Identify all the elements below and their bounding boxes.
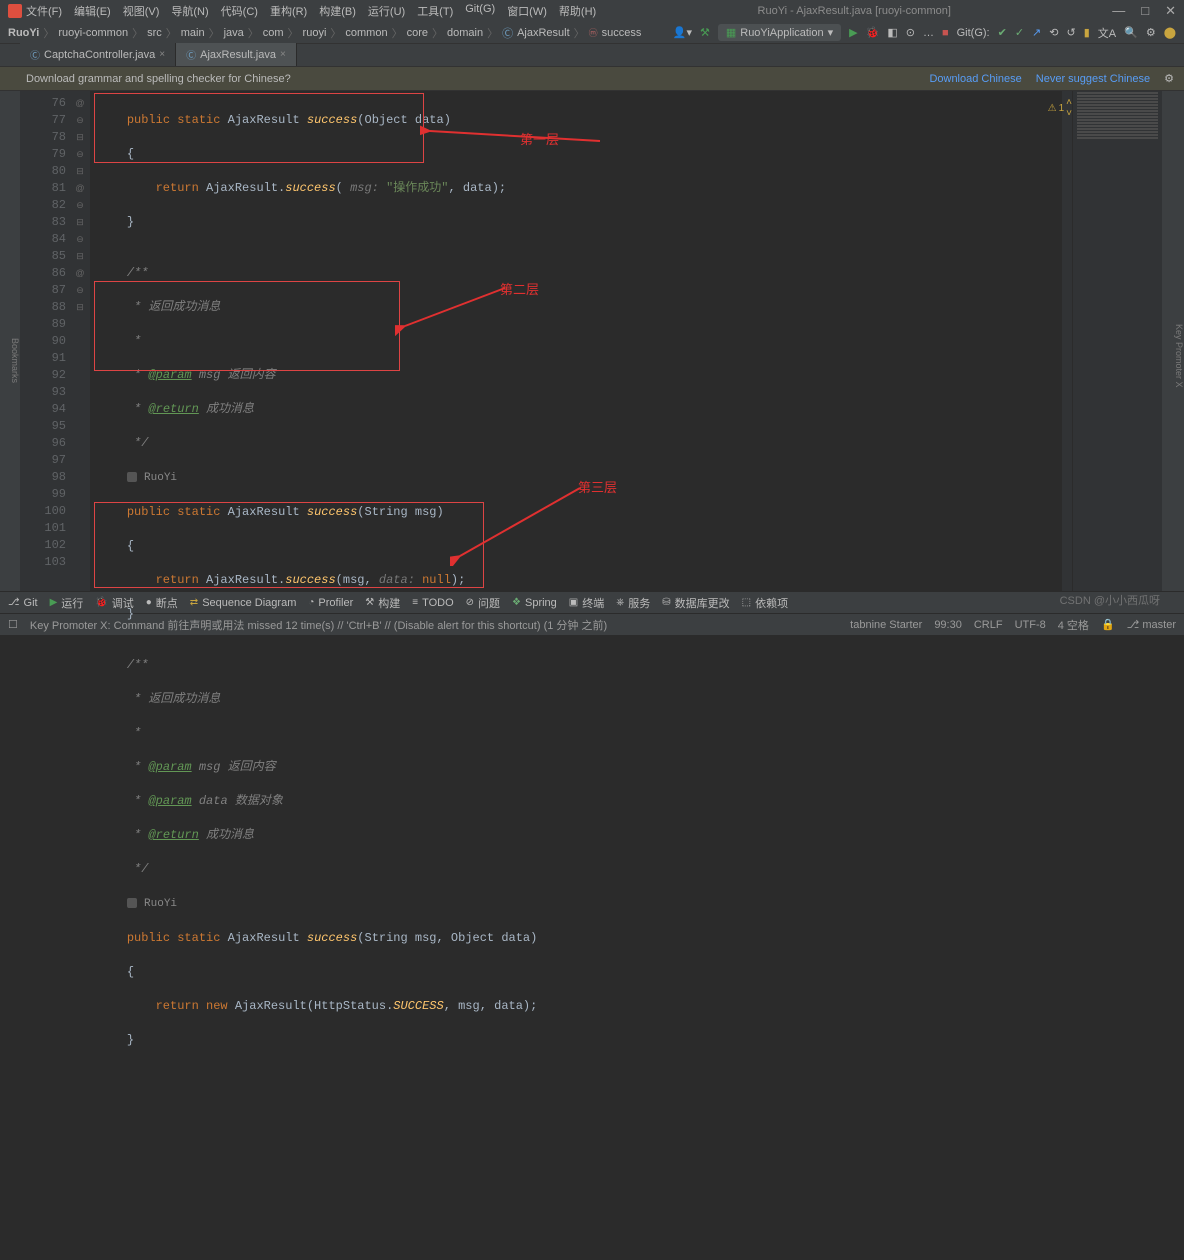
user-icon[interactable]: 👤▾ bbox=[673, 26, 692, 39]
git-commit-icon[interactable]: ✓ bbox=[1015, 26, 1024, 39]
annotation-3: 第三层 bbox=[578, 479, 617, 496]
main-menu[interactable]: 文件(F) 编辑(E) 视图(V) 导航(N) 代码(C) 重构(R) 构建(B… bbox=[26, 3, 596, 19]
crumb[interactable]: common bbox=[345, 27, 387, 39]
tabs-bar: ⒸCaptchaController.java× ⒸAjaxResult.jav… bbox=[0, 44, 1184, 67]
nav-bar: RuoYi〉 ruoyi-common〉 src〉 main〉 java〉 co… bbox=[0, 22, 1184, 44]
crumb[interactable]: domain bbox=[447, 27, 483, 39]
maximize-icon[interactable]: □ bbox=[1141, 3, 1149, 19]
run-config-selector[interactable]: ▦RuoYiApplication ▾ bbox=[718, 24, 841, 41]
branch[interactable]: ⎇ master bbox=[1127, 618, 1176, 631]
crumb[interactable]: ruoyi bbox=[303, 27, 327, 39]
error-stripe[interactable]: ⚠1 ˄ ˅ bbox=[1062, 91, 1072, 591]
git-update-icon[interactable]: ✔ bbox=[998, 26, 1007, 39]
git-label: Git(G): bbox=[957, 27, 990, 39]
menu-nav[interactable]: 导航(N) bbox=[171, 3, 208, 19]
crumb[interactable]: src bbox=[147, 27, 162, 39]
stop-icon[interactable]: ■ bbox=[942, 27, 949, 39]
close-icon[interactable]: ✕ bbox=[1165, 3, 1176, 19]
lock-icon[interactable]: 🔒 bbox=[1101, 618, 1115, 631]
breadcrumb[interactable]: RuoYi〉 ruoyi-common〉 src〉 main〉 java〉 co… bbox=[8, 25, 641, 41]
gutter-fold[interactable]: @⊖⊟ ⊖⊟ @⊖⊟ ⊖⊟ @⊖⊟ bbox=[70, 91, 90, 591]
menu-tools[interactable]: 工具(T) bbox=[417, 3, 453, 19]
tab-ajaxresult[interactable]: ⒸAjaxResult.java× bbox=[176, 43, 297, 66]
notice-gear-icon[interactable]: ⚙ bbox=[1164, 72, 1174, 85]
translate-icon[interactable]: 文A bbox=[1098, 25, 1116, 41]
settings-icon[interactable]: ⚙ bbox=[1146, 26, 1156, 39]
app-icon bbox=[8, 4, 22, 18]
title-bar: 文件(F) 编辑(E) 视图(V) 导航(N) 代码(C) 重构(R) 构建(B… bbox=[0, 0, 1184, 22]
git-tool[interactable]: ⎇Git bbox=[8, 597, 38, 609]
menu-code[interactable]: 代码(C) bbox=[221, 3, 258, 19]
author-icon bbox=[127, 472, 137, 482]
crumb[interactable]: success bbox=[602, 27, 642, 39]
download-link[interactable]: Download Chinese bbox=[929, 73, 1021, 85]
history-icon[interactable]: ⟲ bbox=[1049, 26, 1058, 39]
event-icon[interactable]: ▮ bbox=[1084, 26, 1090, 39]
run-icon[interactable]: ▶ bbox=[849, 26, 857, 39]
profiler-icon[interactable]: ⊙ bbox=[906, 26, 915, 39]
indent[interactable]: 4 空格 bbox=[1058, 617, 1089, 633]
crumb[interactable]: main bbox=[181, 27, 205, 39]
revert-icon[interactable]: ↺ bbox=[1066, 26, 1075, 39]
menu-git[interactable]: Git(G) bbox=[465, 3, 495, 19]
crumb[interactable]: core bbox=[407, 27, 428, 39]
author-hint: RuoYi bbox=[144, 898, 177, 910]
run-tool[interactable]: ▶运行 bbox=[50, 595, 84, 611]
crumb[interactable]: AjaxResult bbox=[517, 27, 570, 39]
code-area[interactable]: public static AjaxResult success(Object … bbox=[90, 91, 1062, 591]
right-sidebar[interactable]: Key Promoter X Maven 数据库 Restful Tool 通知 bbox=[1162, 91, 1184, 591]
window-title: RuoYi - AjaxResult.java [ruoyi-common] bbox=[600, 5, 1108, 17]
notice-msg: Download grammar and spelling checker fo… bbox=[26, 73, 291, 85]
minimap[interactable] bbox=[1072, 91, 1162, 591]
crumb[interactable]: RuoYi bbox=[8, 27, 39, 39]
crumb[interactable]: com bbox=[263, 27, 284, 39]
menu-refactor[interactable]: 重构(R) bbox=[270, 3, 307, 19]
debug-icon[interactable]: 🐞 bbox=[866, 26, 880, 39]
watermark: CSDN @小小西瓜呀 bbox=[1060, 592, 1160, 608]
menu-edit[interactable]: 编辑(E) bbox=[74, 3, 111, 19]
left-sidebar[interactable]: Bookmarks 结构 bbox=[0, 91, 20, 591]
menu-view[interactable]: 视图(V) bbox=[123, 3, 160, 19]
minimize-icon[interactable]: — bbox=[1112, 3, 1125, 19]
warning-count[interactable]: ⚠1 ˄ ˅ bbox=[1048, 97, 1072, 119]
status-icon[interactable]: ☐ bbox=[8, 618, 18, 631]
crumb[interactable]: ruoyi-common bbox=[58, 27, 128, 39]
menu-window[interactable]: 窗口(W) bbox=[507, 3, 547, 19]
notif-icon[interactable]: ⬤ bbox=[1164, 26, 1176, 39]
crumb[interactable]: java bbox=[224, 27, 244, 39]
editor[interactable]: 76777879 80818283 84858687 88899091 9293… bbox=[20, 91, 1162, 591]
never-link[interactable]: Never suggest Chinese bbox=[1036, 73, 1150, 85]
menu-build[interactable]: 构建(B) bbox=[319, 3, 356, 19]
gutter-line-numbers: 76777879 80818283 84858687 88899091 9293… bbox=[20, 91, 70, 591]
author-icon bbox=[127, 898, 137, 908]
author-hint: RuoYi bbox=[144, 472, 177, 484]
attach-icon[interactable]: … bbox=[923, 27, 934, 39]
notice-bar: Download grammar and spelling checker fo… bbox=[0, 67, 1184, 91]
bookmarks-tab[interactable]: Bookmarks bbox=[10, 338, 20, 383]
search-icon[interactable]: 🔍 bbox=[1124, 26, 1138, 39]
tab-captcha[interactable]: ⒸCaptchaController.java× bbox=[20, 43, 176, 66]
git-push-icon[interactable]: ↗ bbox=[1032, 26, 1041, 39]
menu-help[interactable]: 帮助(H) bbox=[559, 3, 596, 19]
keypromoter-tab[interactable]: Key Promoter X bbox=[1174, 324, 1184, 388]
close-tab-icon[interactable]: × bbox=[159, 49, 165, 60]
menu-run[interactable]: 运行(U) bbox=[368, 3, 405, 19]
close-tab-icon[interactable]: × bbox=[280, 49, 286, 60]
annotation-2: 第二层 bbox=[500, 281, 539, 298]
menu-file[interactable]: 文件(F) bbox=[26, 3, 62, 19]
annotation-1: 第一层 bbox=[520, 131, 559, 148]
hammer-icon[interactable]: ⚒ bbox=[700, 26, 710, 39]
coverage-icon[interactable]: ◧ bbox=[887, 26, 897, 39]
